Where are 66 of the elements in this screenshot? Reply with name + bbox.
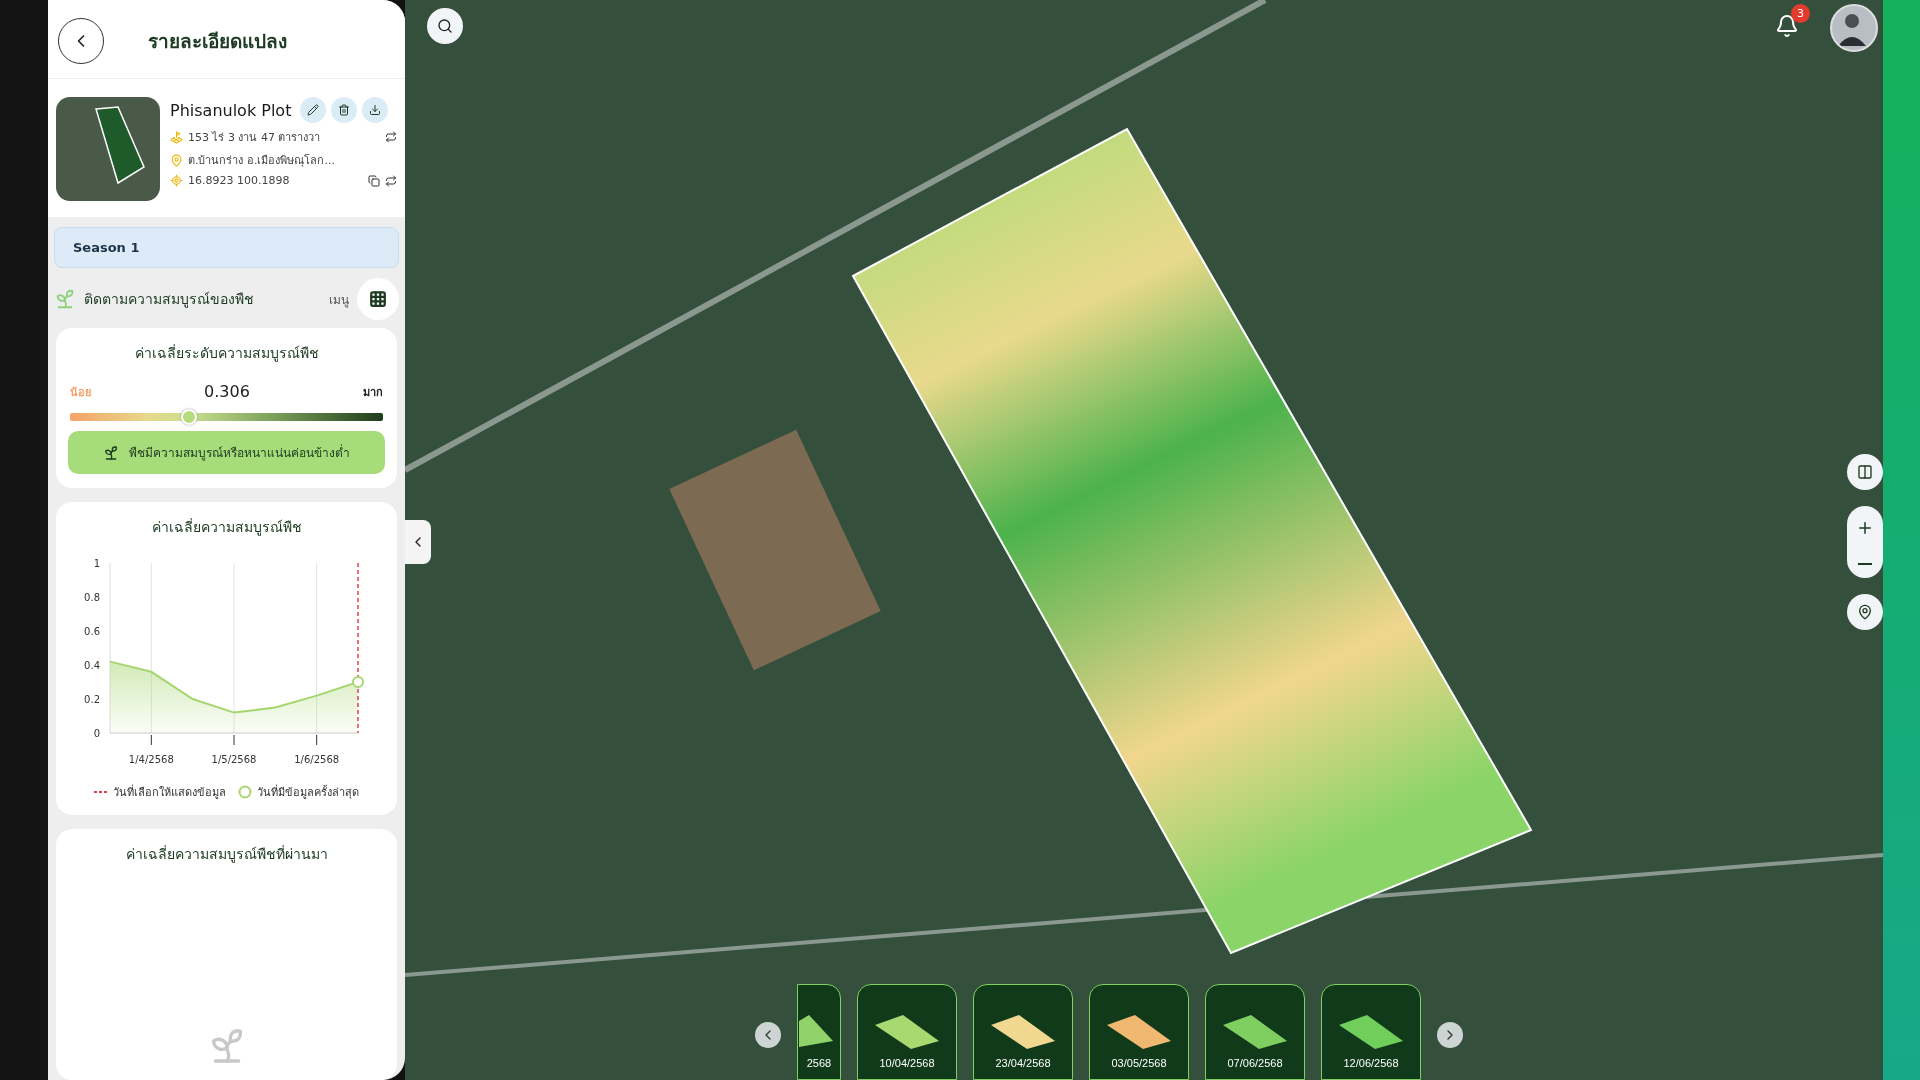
x-axis-label: 1/4/2568 [128,754,174,765]
card-title: ค่าเฉลี่ยระดับความสมบูรณ์พืช [133,343,320,364]
x-axis-label: 1/6/2568 [294,754,340,765]
search-icon [437,18,453,34]
legend-label: วันที่เลือกให้แสดงข้อมูล [113,783,226,801]
date-label: 23/04/2568 [995,1057,1051,1069]
card-title: ค่าเฉลี่ยความสมบูรณ์พืช [150,517,303,538]
convert-icon[interactable] [385,174,397,187]
legend-label: วันที่มีข้อมูลครั้งล่าสุด [257,783,359,801]
section-title: ติดตามความสมบูรณ์ของพืช [84,290,255,310]
plant-icon [103,444,119,461]
health-value: 0.306 [204,382,250,401]
date-thumbnail[interactable]: 07/06/2568 [1205,984,1305,1080]
minus-icon [1858,563,1872,565]
y-axis-label: 0.6 [84,626,100,637]
y-axis-label: 1 [93,558,100,569]
back-button[interactable] [58,18,104,64]
download-icon [369,104,382,116]
location-pin-icon [170,153,183,167]
x-axis-label: 1/5/2568 [211,754,257,765]
notification-bell-icon[interactable] [1775,14,1799,38]
copy-icon[interactable] [368,174,380,187]
convert-icon[interactable] [385,131,397,143]
edit-button[interactable] [300,97,327,123]
date-thumbnail[interactable]: 03/05/2568 [1089,984,1189,1080]
panel-title: รายละเอียดแปลง [148,29,287,54]
plant-icon [54,288,76,310]
date-thumbnail[interactable]: 2568 [797,984,841,1080]
y-axis-label: 0 [93,728,100,739]
dashed-line-icon [94,790,108,794]
low-label: น้อย [70,384,91,401]
y-axis-label: 0.8 [84,592,100,603]
date-label: 03/05/2568 [1111,1057,1167,1069]
date-label: 10/04/2568 [879,1057,935,1069]
zoom-in-button[interactable] [1856,519,1874,537]
menu-label: เมนู [329,291,349,309]
y-axis-label: 0.2 [84,694,100,705]
high-label: มาก [363,384,383,401]
pencil-icon [307,104,320,116]
y-axis-label: 0.4 [84,660,100,671]
status-text: พืชมีความสมบูรณ์หรือหนาแน่นค่อนข้างต่ำ [129,443,350,462]
trash-icon [338,104,351,116]
season-tab[interactable]: Season 1 [54,227,399,268]
grid-icon [369,290,387,308]
plot-name: Phisanulok Plot [170,100,292,120]
coordinates-icon [170,174,183,187]
date-label: 07/06/2568 [1227,1057,1283,1069]
collapse-panel-button[interactable] [405,520,431,564]
date-thumbnail[interactable]: 23/04/2568 [973,984,1073,1080]
card-title: ค่าเฉลี่ยความสมบูรณ์พืชที่ผ่านมา [124,844,329,865]
download-button[interactable] [362,97,389,123]
plus-icon [1856,519,1874,537]
split-view-icon [1857,464,1873,480]
ring-icon [238,785,252,799]
plot-coordinates: 16.8923 100.1898 [188,174,291,187]
area-icon [170,130,183,144]
plot-location: ต.บ้านกร่าง อ.เมืองพิษณุโลก... [188,153,336,169]
date-thumbnail[interactable]: 10/04/2568 [857,984,957,1080]
plot-area: 153 ไร่ 3 งาน 47 ตารางวา [188,128,380,146]
delete-button[interactable] [331,97,358,123]
menu-button[interactable] [357,278,399,320]
date-label: 12/06/2568 [1343,1057,1399,1069]
map-pin-icon [1857,604,1873,620]
date-thumbnail[interactable]: 12/06/2568 [1321,984,1421,1080]
date-label: 2568 [806,1057,832,1069]
latest-point-marker [352,676,364,688]
